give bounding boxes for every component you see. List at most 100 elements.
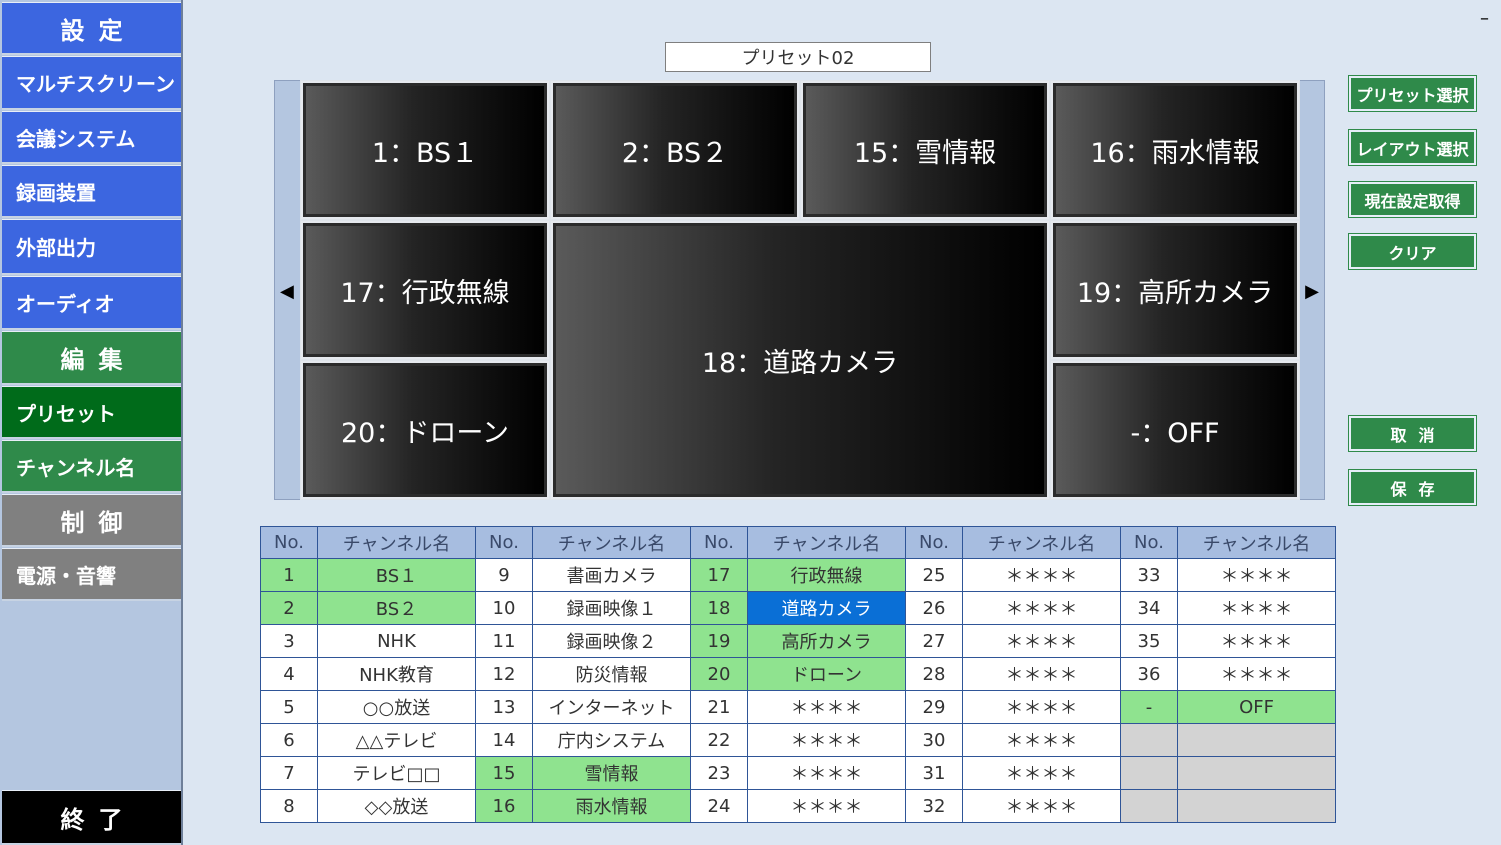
- channel-no-cell[interactable]: 30: [905, 723, 963, 757]
- channel-no-cell[interactable]: 34: [1120, 591, 1178, 625]
- save-button[interactable]: 保存: [1348, 469, 1477, 506]
- channel-name-cell[interactable]: ＊＊＊＊: [962, 690, 1121, 724]
- channel-no-cell[interactable]: 21: [690, 690, 748, 724]
- channel-name-cell[interactable]: ＊＊＊＊: [747, 690, 906, 724]
- channel-name-cell[interactable]: ＊＊＊＊: [962, 723, 1121, 757]
- channel-name-cell[interactable]: ＊＊＊＊: [747, 756, 906, 790]
- channel-no-cell[interactable]: 16: [475, 789, 533, 823]
- channel-no-cell[interactable]: 14: [475, 723, 533, 757]
- channel-name-cell[interactable]: [1177, 789, 1336, 823]
- minimize-button[interactable]: –: [1480, 8, 1489, 29]
- sidebar-item-external-output[interactable]: 外部出力: [2, 219, 181, 275]
- channel-no-cell[interactable]: 5: [260, 690, 318, 724]
- channel-name-cell[interactable]: [1177, 723, 1336, 757]
- channel-name-cell[interactable]: ◇◇放送: [317, 789, 476, 823]
- channel-no-cell[interactable]: 18: [690, 591, 748, 625]
- channel-no-cell[interactable]: 9: [475, 558, 533, 592]
- channel-name-cell[interactable]: ＊＊＊＊: [1177, 591, 1336, 625]
- channel-name-cell[interactable]: 道路カメラ: [747, 591, 906, 625]
- channel-no-cell[interactable]: [1120, 756, 1178, 790]
- channel-name-cell[interactable]: 庁内システム: [532, 723, 691, 757]
- sidebar-item-recorder[interactable]: 録画装置: [2, 165, 181, 218]
- screen-cell-8[interactable]: 20：ドローン: [301, 361, 549, 499]
- channel-no-cell[interactable]: 17: [690, 558, 748, 592]
- channel-name-cell[interactable]: ＊＊＊＊: [1177, 657, 1336, 691]
- channel-no-cell[interactable]: 23: [690, 756, 748, 790]
- channel-no-cell[interactable]: 33: [1120, 558, 1178, 592]
- clear-button[interactable]: クリア: [1348, 233, 1477, 270]
- channel-name-cell[interactable]: 高所カメラ: [747, 624, 906, 658]
- channel-name-cell[interactable]: 録画映像２: [532, 624, 691, 658]
- channel-name-cell[interactable]: ドローン: [747, 657, 906, 691]
- sidebar-item-audio[interactable]: オーディオ: [2, 276, 181, 330]
- screen-cell-7[interactable]: 19：高所カメラ: [1051, 221, 1299, 359]
- channel-no-cell[interactable]: 20: [690, 657, 748, 691]
- control-header[interactable]: 制御: [2, 494, 181, 547]
- channel-no-cell[interactable]: 6: [260, 723, 318, 757]
- channel-no-cell[interactable]: 19: [690, 624, 748, 658]
- channel-name-cell[interactable]: ＊＊＊＊: [1177, 558, 1336, 592]
- channel-name-cell[interactable]: インターネット: [532, 690, 691, 724]
- sidebar-item-multi-screen[interactable]: マルチスクリーン: [2, 56, 181, 110]
- channel-no-cell[interactable]: 3: [260, 624, 318, 658]
- channel-name-cell[interactable]: 書画カメラ: [532, 558, 691, 592]
- exit-button[interactable]: 終了: [2, 790, 181, 845]
- channel-name-cell[interactable]: ＊＊＊＊: [747, 789, 906, 823]
- sidebar-item-channel-name[interactable]: チャンネル名: [2, 440, 181, 493]
- channel-no-cell[interactable]: 32: [905, 789, 963, 823]
- channel-name-cell[interactable]: 防災情報: [532, 657, 691, 691]
- preset-select-button[interactable]: プリセット選択: [1348, 75, 1477, 112]
- screen-cell-main[interactable]: 18：道路カメラ: [551, 221, 1049, 499]
- channel-name-cell[interactable]: NHK: [317, 624, 476, 658]
- channel-name-cell[interactable]: [1177, 756, 1336, 790]
- channel-no-cell[interactable]: [1120, 723, 1178, 757]
- screen-cell-2[interactable]: 2：BS２: [551, 81, 799, 219]
- channel-name-cell[interactable]: 雪情報: [532, 756, 691, 790]
- channel-no-cell[interactable]: 11: [475, 624, 533, 658]
- channel-name-cell[interactable]: NHK教育: [317, 657, 476, 691]
- channel-name-cell[interactable]: ＊＊＊＊: [962, 789, 1121, 823]
- channel-name-cell[interactable]: ＊＊＊＊: [1177, 624, 1336, 658]
- channel-no-cell[interactable]: 28: [905, 657, 963, 691]
- channel-name-cell[interactable]: 行政無線: [747, 558, 906, 592]
- channel-name-cell[interactable]: ＊＊＊＊: [962, 558, 1121, 592]
- settings-header[interactable]: 設定: [2, 2, 181, 55]
- channel-name-cell[interactable]: ＊＊＊＊: [962, 657, 1121, 691]
- screen-cell-3[interactable]: 15：雪情報: [801, 81, 1049, 219]
- screen-cell-4[interactable]: 16：雨水情報: [1051, 81, 1299, 219]
- channel-name-cell[interactable]: ＊＊＊＊: [747, 723, 906, 757]
- channel-name-cell[interactable]: ＊＊＊＊: [962, 756, 1121, 790]
- sidebar-item-preset[interactable]: プリセット: [2, 386, 181, 439]
- screen-cell-1[interactable]: 1：BS１: [301, 81, 549, 219]
- channel-no-cell[interactable]: 12: [475, 657, 533, 691]
- channel-no-cell[interactable]: 7: [260, 756, 318, 790]
- screen-cell-5[interactable]: 17：行政無線: [301, 221, 549, 359]
- channel-no-cell[interactable]: 27: [905, 624, 963, 658]
- sidebar-item-conference[interactable]: 会議システム: [2, 111, 181, 164]
- channel-no-cell[interactable]: 35: [1120, 624, 1178, 658]
- channel-name-cell[interactable]: テレビ□□: [317, 756, 476, 790]
- channel-no-cell[interactable]: -: [1120, 690, 1178, 724]
- channel-name-cell[interactable]: ＊＊＊＊: [962, 624, 1121, 658]
- channel-no-cell[interactable]: 29: [905, 690, 963, 724]
- channel-name-cell[interactable]: OFF: [1177, 690, 1336, 724]
- channel-no-cell[interactable]: 22: [690, 723, 748, 757]
- channel-no-cell[interactable]: 36: [1120, 657, 1178, 691]
- channel-name-cell[interactable]: BS１: [317, 558, 476, 592]
- channel-no-cell[interactable]: 31: [905, 756, 963, 790]
- get-current-settings-button[interactable]: 現在設定取得: [1348, 181, 1477, 218]
- screen-cell-9[interactable]: -：OFF: [1051, 361, 1299, 499]
- channel-no-cell[interactable]: 1: [260, 558, 318, 592]
- channel-no-cell[interactable]: 4: [260, 657, 318, 691]
- channel-name-cell[interactable]: ＊＊＊＊: [962, 591, 1121, 625]
- edit-header[interactable]: 編集: [2, 331, 181, 385]
- channel-name-cell[interactable]: BS２: [317, 591, 476, 625]
- channel-no-cell[interactable]: 13: [475, 690, 533, 724]
- channel-no-cell[interactable]: [1120, 789, 1178, 823]
- channel-name-cell[interactable]: 録画映像１: [532, 591, 691, 625]
- channel-name-cell[interactable]: 雨水情報: [532, 789, 691, 823]
- next-arrow-icon[interactable]: ▶: [1305, 281, 1319, 302]
- prev-arrow-icon[interactable]: ◀: [280, 281, 294, 302]
- channel-no-cell[interactable]: 26: [905, 591, 963, 625]
- layout-select-button[interactable]: レイアウト選択: [1348, 129, 1477, 166]
